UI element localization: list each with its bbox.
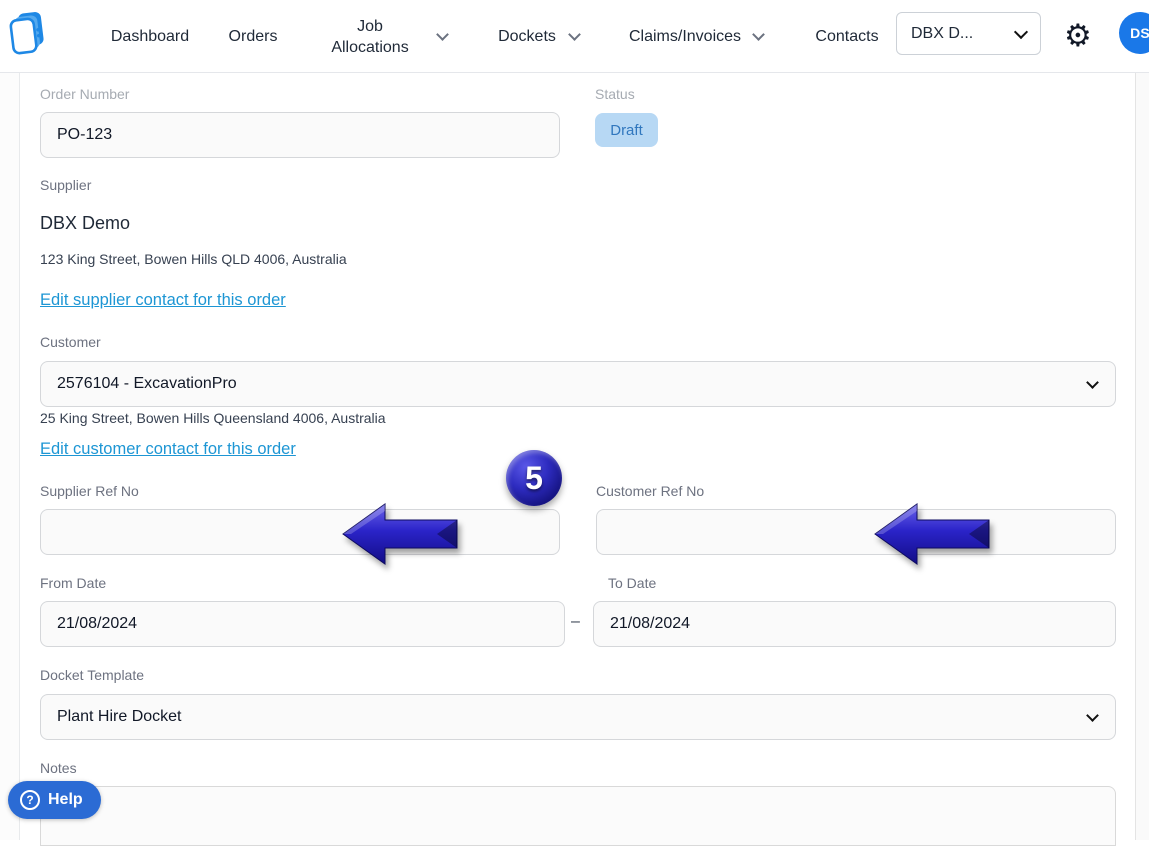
supplier-name: DBX Demo — [40, 213, 130, 234]
gear-icon[interactable]: ⚙ — [1064, 15, 1092, 57]
chevron-down-icon — [752, 28, 765, 41]
date-range-separator: – — [571, 613, 580, 631]
chevron-down-icon — [1086, 709, 1099, 722]
annotation-arrow-left-icon — [870, 499, 992, 569]
nav-item-contacts[interactable]: Contacts — [813, 0, 881, 73]
customer-ref-input[interactable] — [596, 509, 1116, 555]
app-logo-icon[interactable] — [8, 9, 48, 61]
status-label: Status — [595, 86, 635, 102]
question-mark-icon: ? — [20, 790, 40, 810]
customer-address: 25 King Street, Bowen Hills Queensland 4… — [40, 410, 386, 426]
order-number-label: Order Number — [40, 86, 129, 102]
company-select[interactable]: DBX D... — [896, 12, 1041, 55]
company-select-value: DBX D... — [911, 25, 973, 43]
nav-item-dashboard[interactable]: Dashboard — [108, 0, 192, 73]
chevron-down-icon — [1086, 376, 1099, 389]
from-date-label: From Date — [40, 575, 106, 591]
customer-ref-label: Customer Ref No — [596, 483, 704, 499]
customer-select[interactable]: 2576104 - ExcavationPro — [40, 361, 1116, 407]
nav-item-orders[interactable]: Orders — [226, 0, 280, 73]
supplier-address: 123 King Street, Bowen Hills QLD 4006, A… — [40, 251, 347, 267]
chevron-down-icon — [436, 28, 449, 41]
annotation-arrow-left-icon — [338, 499, 460, 569]
content-card-left-border — [0, 73, 20, 840]
vertical-scrollbar[interactable] — [1135, 73, 1149, 840]
order-number-input[interactable] — [40, 112, 560, 158]
status-badge: Draft — [595, 113, 658, 147]
notes-textarea[interactable] — [40, 786, 1116, 846]
customer-select-value: 2576104 - ExcavationPro — [57, 375, 237, 393]
docket-template-value: Plant Hire Docket — [57, 708, 182, 726]
docket-template-select[interactable]: Plant Hire Docket — [40, 694, 1116, 740]
supplier-label: Supplier — [40, 177, 91, 193]
to-date-label: To Date — [608, 575, 656, 591]
chevron-down-icon — [1014, 24, 1028, 38]
nav-item-dockets[interactable]: Dockets — [495, 0, 559, 73]
edit-supplier-contact-link[interactable]: Edit supplier contact for this order — [40, 291, 286, 310]
top-navbar: Dashboard Orders Job Allocations Dockets… — [0, 0, 1149, 73]
chevron-down-icon — [568, 28, 581, 41]
from-date-input[interactable] — [40, 601, 565, 647]
to-date-input[interactable] — [593, 601, 1116, 647]
avatar[interactable]: DS — [1119, 12, 1149, 54]
notes-label: Notes — [40, 760, 77, 776]
edit-customer-contact-link[interactable]: Edit customer contact for this order — [40, 440, 296, 459]
help-button[interactable]: ? Help — [8, 781, 101, 819]
help-button-label: Help — [48, 791, 83, 809]
annotation-step-5-badge: 5 — [506, 450, 562, 506]
docket-template-label: Docket Template — [40, 667, 144, 683]
supplier-ref-input[interactable] — [40, 509, 560, 555]
supplier-ref-label: Supplier Ref No — [40, 483, 139, 499]
nav-item-claims-invoices[interactable]: Claims/Invoices — [625, 0, 745, 73]
nav-item-job-allocations[interactable]: Job Allocations — [322, 0, 418, 73]
customer-label: Customer — [40, 334, 101, 350]
